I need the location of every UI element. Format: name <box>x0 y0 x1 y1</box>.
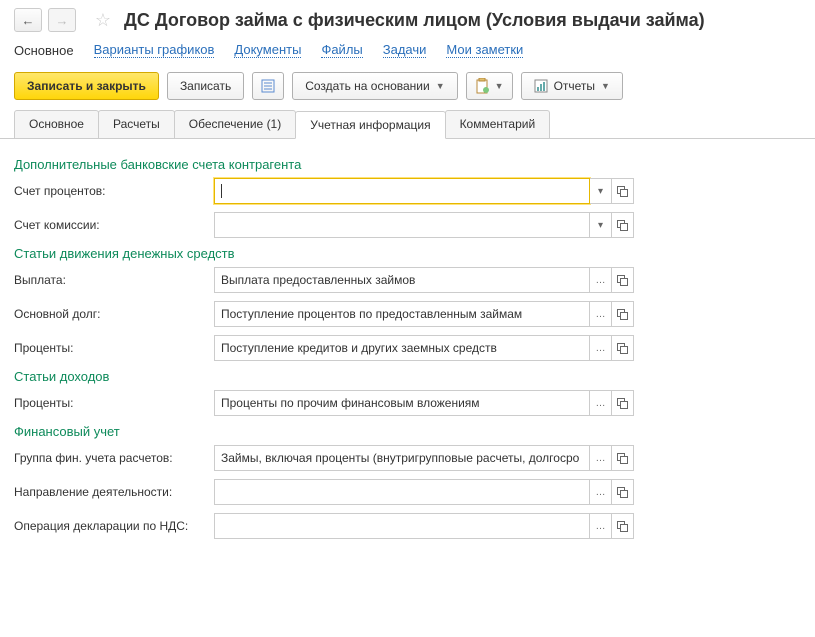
text-cursor <box>221 184 222 198</box>
open-button[interactable] <box>612 267 634 293</box>
label-commission-account: Счет комиссии: <box>14 218 214 232</box>
label-interest-account: Счет процентов: <box>14 184 214 198</box>
input-commission-account[interactable] <box>214 212 590 238</box>
input-interest-account[interactable] <box>214 178 590 204</box>
report-icon <box>534 79 548 93</box>
open-icon <box>617 343 628 354</box>
input-fin-group[interactable]: Займы, включая проценты (внутригрупповые… <box>214 445 590 471</box>
open-button[interactable] <box>612 513 634 539</box>
nav-links: Основное Варианты графиков Документы Фай… <box>0 36 815 66</box>
row-interest-cf: Проценты: Поступление кредитов и других … <box>14 335 801 361</box>
open-button[interactable] <box>612 390 634 416</box>
form-area: Дополнительные банковские счета контраге… <box>0 139 815 567</box>
tab-accounting[interactable]: Учетная информация <box>295 111 445 139</box>
open-button[interactable] <box>612 445 634 471</box>
toolbar: Записать и закрыть Записать Создать на о… <box>0 66 815 110</box>
label-payout: Выплата: <box>14 273 214 287</box>
attachment-button[interactable]: ▼ <box>466 72 513 100</box>
open-button[interactable] <box>612 479 634 505</box>
row-interest-account: Счет процентов: ▾ <box>14 178 801 204</box>
row-interest-income: Проценты: Проценты по прочим финансовым … <box>14 390 801 416</box>
save-button[interactable]: Записать <box>167 72 244 100</box>
row-principal: Основной долг: Поступление процентов по … <box>14 301 801 327</box>
open-icon <box>617 453 628 464</box>
page-title: ДС Договор займа с физическим лицом (Усл… <box>124 10 705 31</box>
open-icon <box>617 275 628 286</box>
open-button[interactable] <box>612 212 634 238</box>
open-icon <box>617 309 628 320</box>
nav-link-0[interactable]: Варианты графиков <box>94 42 215 58</box>
section-title-financial: Финансовый учет <box>14 424 801 439</box>
input-interest-cf[interactable]: Поступление кредитов и других заемных ср… <box>214 335 590 361</box>
tab-comment[interactable]: Комментарий <box>445 110 551 138</box>
dropdown-button[interactable]: ▾ <box>590 178 612 204</box>
open-button[interactable] <box>612 335 634 361</box>
row-activity-direction: Направление деятельности: … <box>14 479 801 505</box>
list-icon <box>261 79 275 93</box>
list-icon-button[interactable] <box>252 72 284 100</box>
save-and-close-button[interactable]: Записать и закрыть <box>14 72 159 100</box>
open-icon <box>617 186 628 197</box>
ellipsis-button[interactable]: … <box>590 479 612 505</box>
nav-link-3[interactable]: Задачи <box>383 42 427 58</box>
label-vat-operation: Операция декларации по НДС: <box>14 519 214 533</box>
ellipsis-button[interactable]: … <box>590 445 612 471</box>
input-interest-income[interactable]: Проценты по прочим финансовым вложениям <box>214 390 590 416</box>
clipboard-icon <box>475 78 489 94</box>
input-vat-operation[interactable] <box>214 513 590 539</box>
nav-forward-button[interactable]: → <box>48 8 76 32</box>
nav-link-2[interactable]: Файлы <box>321 42 362 58</box>
section-title-cashflow: Статьи движения денежных средств <box>14 246 801 261</box>
nav-link-main[interactable]: Основное <box>14 43 74 58</box>
create-based-on-button[interactable]: Создать на основании ▼ <box>292 72 457 100</box>
label-fin-group: Группа фин. учета расчетов: <box>14 451 214 465</box>
dropdown-button[interactable]: ▾ <box>590 212 612 238</box>
row-commission-account: Счет комиссии: ▾ <box>14 212 801 238</box>
section-title-bank: Дополнительные банковские счета контраге… <box>14 157 801 172</box>
ellipsis-button[interactable]: … <box>590 390 612 416</box>
tab-main[interactable]: Основное <box>14 110 99 138</box>
label-interest-cf: Проценты: <box>14 341 214 355</box>
nav-back-button[interactable]: ← <box>14 8 42 32</box>
caret-down-icon: ▼ <box>436 81 445 91</box>
tab-collateral[interactable]: Обеспечение (1) <box>174 110 296 138</box>
ellipsis-button[interactable]: … <box>590 335 612 361</box>
label-interest-income: Проценты: <box>14 396 214 410</box>
caret-down-icon: ▼ <box>601 81 610 91</box>
ellipsis-button[interactable]: … <box>590 267 612 293</box>
ellipsis-button[interactable]: … <box>590 301 612 327</box>
open-icon <box>617 398 628 409</box>
label-activity-direction: Направление деятельности: <box>14 485 214 499</box>
ellipsis-button[interactable]: … <box>590 513 612 539</box>
input-principal[interactable]: Поступление процентов по предоставленным… <box>214 301 590 327</box>
open-icon <box>617 220 628 231</box>
favorite-star-icon[interactable]: ☆ <box>92 9 114 31</box>
tabs: Основное Расчеты Обеспечение (1) Учетная… <box>0 110 815 139</box>
open-icon <box>617 521 628 532</box>
open-button[interactable] <box>612 178 634 204</box>
caret-down-icon: ▼ <box>495 81 504 91</box>
open-icon <box>617 487 628 498</box>
input-activity-direction[interactable] <box>214 479 590 505</box>
row-fin-group: Группа фин. учета расчетов: Займы, включ… <box>14 445 801 471</box>
open-button[interactable] <box>612 301 634 327</box>
input-payout[interactable]: Выплата предоставленных займов <box>214 267 590 293</box>
tab-calculations[interactable]: Расчеты <box>98 110 175 138</box>
nav-link-1[interactable]: Документы <box>234 42 301 58</box>
nav-link-4[interactable]: Мои заметки <box>446 42 523 58</box>
row-vat-operation: Операция декларации по НДС: … <box>14 513 801 539</box>
row-payout: Выплата: Выплата предоставленных займов … <box>14 267 801 293</box>
reports-button[interactable]: Отчеты ▼ <box>521 72 623 100</box>
section-title-income: Статьи доходов <box>14 369 801 384</box>
label-principal: Основной долг: <box>14 307 214 321</box>
